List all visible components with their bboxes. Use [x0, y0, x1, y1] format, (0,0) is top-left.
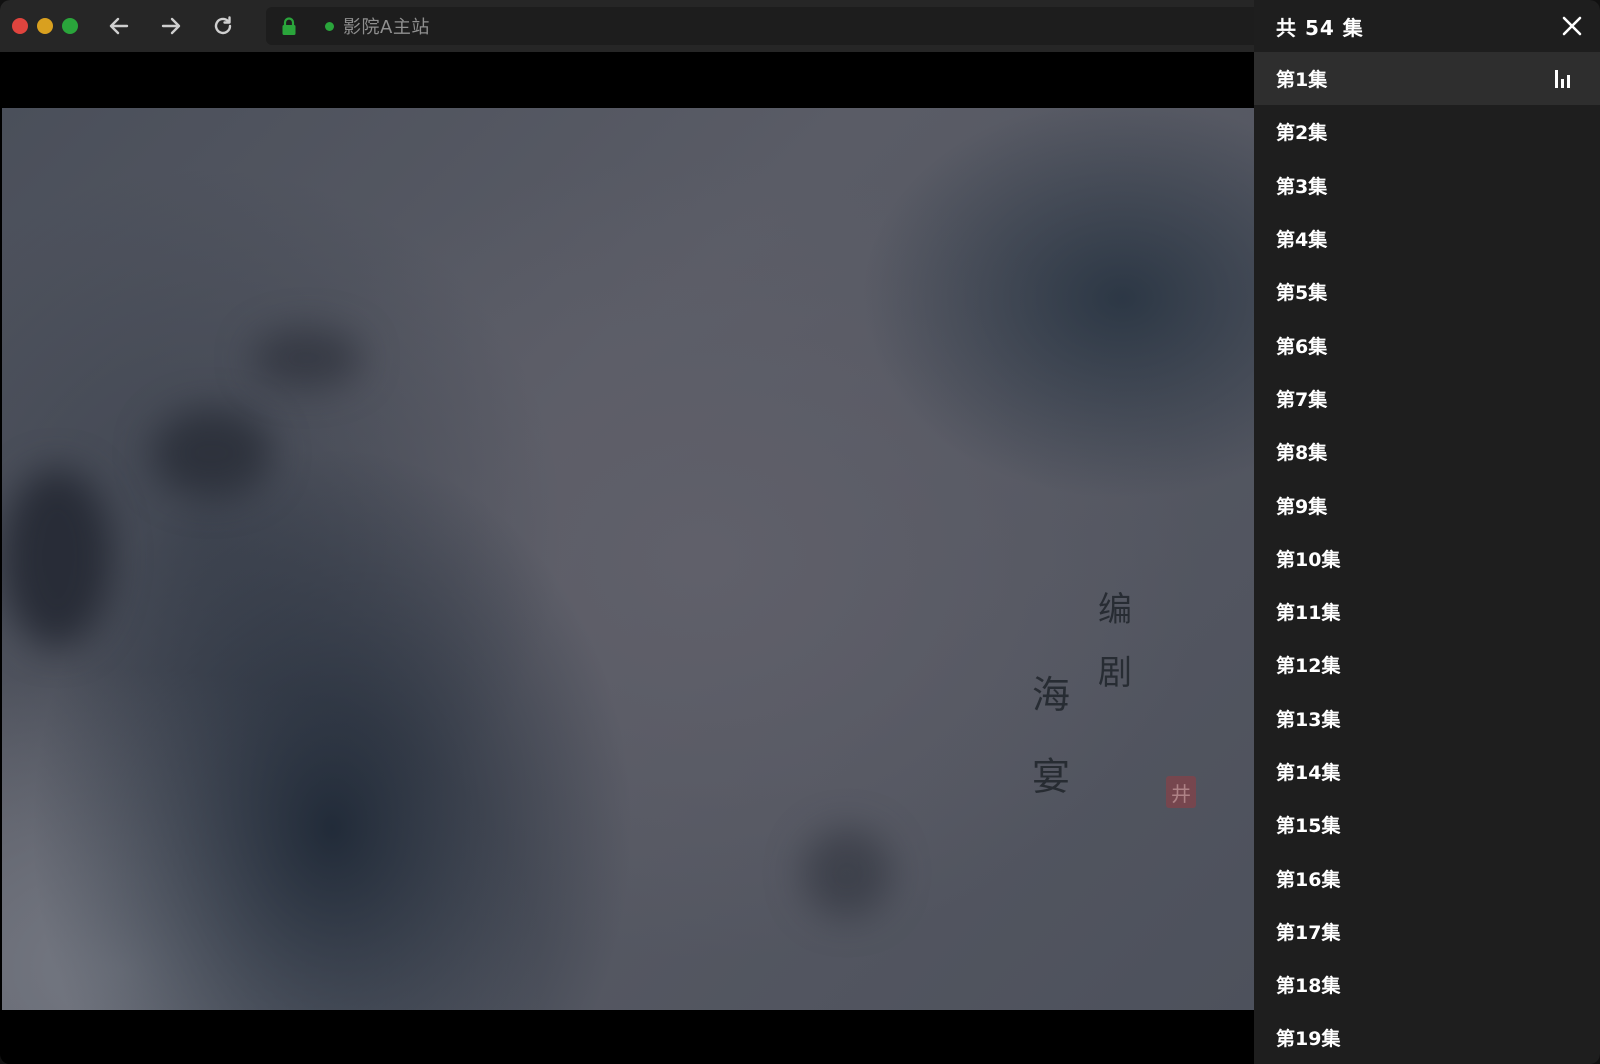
episode-label: 第15集: [1276, 815, 1341, 838]
red-seal-stamp: 井: [1166, 776, 1196, 808]
episode-item[interactable]: 第7集: [1254, 372, 1600, 425]
credit-name-char-1: 海: [1032, 673, 1071, 717]
minimize-window-button[interactable]: [37, 18, 53, 34]
credit-role-char-2: 剧: [1098, 653, 1132, 693]
episode-label: 第19集: [1276, 1028, 1341, 1051]
arrow-right-icon: [161, 17, 181, 35]
ink-smudge: [252, 328, 362, 388]
episode-item[interactable]: 第2集: [1254, 105, 1600, 158]
episode-label: 第8集: [1276, 442, 1328, 465]
episode-label: 第18集: [1276, 975, 1341, 998]
episode-label: 第17集: [1276, 921, 1341, 944]
episode-label: 第1集: [1276, 69, 1328, 92]
credit-name-char-2: 宴: [1032, 755, 1071, 799]
episode-item[interactable]: 第14集: [1254, 745, 1600, 798]
address-bar[interactable]: 影院A主站: [266, 7, 1254, 45]
close-icon: [1562, 16, 1582, 36]
episode-label: 第16集: [1276, 868, 1341, 891]
episode-item[interactable]: 第13集: [1254, 692, 1600, 745]
credit-role-char-1: 编: [1098, 590, 1132, 630]
episode-label: 第4集: [1276, 229, 1328, 252]
lock-icon: [280, 16, 298, 36]
arrow-left-icon: [109, 17, 129, 35]
episode-label: 第6集: [1276, 335, 1328, 358]
episode-item[interactable]: 第10集: [1254, 532, 1600, 585]
episode-item[interactable]: 第19集: [1254, 1011, 1600, 1064]
episode-label: 第5集: [1276, 282, 1328, 305]
episode-item[interactable]: 第17集: [1254, 905, 1600, 958]
forward-button[interactable]: [156, 11, 186, 41]
episode-item[interactable]: 第11集: [1254, 585, 1600, 638]
episode-label: 第2集: [1276, 122, 1328, 145]
episode-item[interactable]: 第1集: [1254, 52, 1600, 106]
episode-item[interactable]: 第9集: [1254, 478, 1600, 531]
episode-label: 第10集: [1276, 548, 1341, 571]
browser-toolbar: 影院A主站: [0, 0, 1254, 52]
playing-bars-icon: [1555, 69, 1570, 88]
video-letterbox-top: [2, 52, 1254, 108]
episode-list: 第1集第2集第3集第4集第5集第6集第7集第8集第9集第10集第11集第12集第…: [1254, 52, 1600, 1064]
episode-panel-header: 共 54 集: [1254, 0, 1600, 52]
episode-item[interactable]: 第12集: [1254, 638, 1600, 691]
episode-label: 第7集: [1276, 388, 1328, 411]
window-controls: [12, 18, 78, 34]
episode-label: 第9集: [1276, 495, 1328, 518]
reload-icon: [214, 16, 232, 35]
ink-smudge: [802, 828, 892, 918]
episode-label: 第13集: [1276, 708, 1341, 731]
episode-label: 第14集: [1276, 762, 1341, 784]
episode-label: 第3集: [1276, 175, 1328, 198]
site-status-dot: [325, 21, 334, 31]
episode-item[interactable]: 第8集: [1254, 425, 1600, 478]
episode-label: 第12集: [1276, 655, 1341, 678]
ink-smudge: [2, 468, 112, 648]
ink-smudge: [152, 408, 272, 498]
episode-item[interactable]: 第5集: [1254, 265, 1600, 318]
site-name: 影院A主站: [343, 17, 430, 38]
episode-item[interactable]: 第15集: [1254, 798, 1600, 851]
episode-count-title: 共 54 集: [1276, 15, 1364, 40]
video-letterbox-bottom: [2, 1010, 1254, 1064]
close-panel-button[interactable]: [1558, 12, 1586, 40]
episode-panel: 共 54 集 第1集 第2集 第3集 第4集 第5集 第6集 第7集 第8集 第9集 第10集 第1…: [1254, 0, 1600, 1064]
close-window-button[interactable]: [12, 18, 28, 34]
reload-button[interactable]: [208, 11, 238, 41]
maximize-window-button[interactable]: [62, 18, 78, 34]
episode-item[interactable]: 第4集: [1254, 212, 1600, 265]
back-button[interactable]: [104, 11, 134, 41]
episode-item[interactable]: 第6集: [1254, 318, 1600, 371]
episode-label: 第11集: [1276, 602, 1341, 625]
video-frame[interactable]: 编 剧 海 宴 井: [2, 108, 1254, 1010]
episode-item[interactable]: 第3集: [1254, 159, 1600, 212]
browser-window: 影院A主站 编 剧 海 宴 井 共 54 集 第1集第2集第3集第4集第5集第6…: [0, 0, 1600, 1064]
episode-item[interactable]: 第16集: [1254, 851, 1600, 904]
episode-item[interactable]: 第18集: [1254, 958, 1600, 1011]
